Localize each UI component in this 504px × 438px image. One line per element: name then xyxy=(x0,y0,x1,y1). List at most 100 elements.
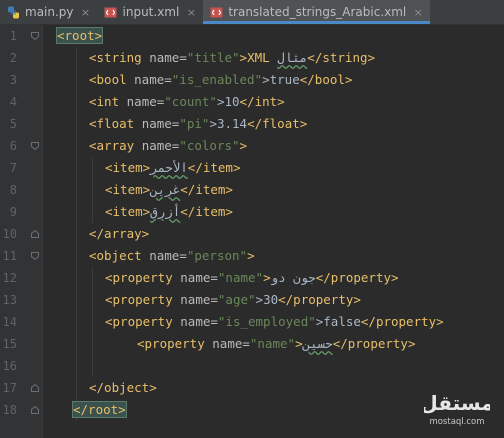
line-number: 6 xyxy=(9,139,17,153)
tab-input-xml[interactable]: input.xml × xyxy=(98,0,204,24)
line-number: 7 xyxy=(9,161,17,175)
code-line-7: <item>الأحمر</item> xyxy=(105,157,240,179)
mostaql-watermark: مستقل mostaql.com xyxy=(424,390,490,428)
line-number: 11 xyxy=(2,249,17,263)
attr-name: name= xyxy=(180,292,218,307)
code-line-5: <float name="pi">3.14</float> xyxy=(89,113,307,135)
code-line-4: <int name="count">10</int> xyxy=(89,91,285,113)
arabic-text: غرين xyxy=(150,182,181,197)
arabic-text: أزرق xyxy=(150,204,181,219)
code-line-18: </root> xyxy=(72,399,127,421)
fold-collapse-icon[interactable] xyxy=(31,32,39,40)
line-number-gutter[interactable]: 1 2 3 4 5 6 7 8 9 10 11 12 13 14 15 16 1… xyxy=(0,25,43,438)
xml-file-icon xyxy=(209,5,223,19)
line-number: 5 xyxy=(9,117,17,131)
tag-open: <item> xyxy=(105,182,151,197)
code-line-6: <array name="colors"> xyxy=(89,135,247,157)
tag-close: </item> xyxy=(180,204,233,219)
element-text: >3.14 xyxy=(209,116,248,131)
editor-tab-bar: main.py × input.xml × translated_strings… xyxy=(0,0,504,25)
ide-window: main.py × input.xml × translated_strings… xyxy=(0,0,504,438)
attr-name: name= xyxy=(149,248,187,263)
mostaql-logo: مستقل xyxy=(424,391,490,415)
fold-collapse-icon[interactable] xyxy=(31,142,39,150)
attr-name: name= xyxy=(126,94,165,109)
tab-main-py[interactable]: main.py × xyxy=(0,0,98,24)
fold-collapse-icon[interactable] xyxy=(31,252,39,260)
element-text: >10 xyxy=(216,94,240,109)
element-text: >30 xyxy=(255,292,279,307)
tab-translated-strings-arabic-xml[interactable]: translated_strings_Arabic.xml × xyxy=(203,0,431,24)
attr-value: "name" xyxy=(249,336,296,351)
code-line-17: </object> xyxy=(89,377,157,399)
attr-name: name= xyxy=(134,72,172,87)
tag-open: <int xyxy=(89,94,127,109)
element-text: >false xyxy=(315,314,361,329)
attr-value: "person" xyxy=(186,248,248,263)
tag-open: <property xyxy=(105,292,181,307)
line-number: 13 xyxy=(2,293,17,307)
tag-end: > xyxy=(239,138,248,153)
line-number: 4 xyxy=(9,95,17,109)
line-number: 1 xyxy=(9,29,17,43)
tag-open: <string xyxy=(89,50,150,65)
tag-close: </item> xyxy=(187,160,241,175)
attr-name: name= xyxy=(180,314,218,329)
tab-label: translated_strings_Arabic.xml xyxy=(228,5,407,19)
line-number: 3 xyxy=(9,73,17,87)
fold-expand-end-icon[interactable] xyxy=(31,230,39,238)
tag-end: > xyxy=(295,336,303,351)
close-icon[interactable]: × xyxy=(412,6,424,19)
tag-end: > xyxy=(263,270,271,285)
attr-value: "title" xyxy=(186,50,240,65)
code-line-2: <string name="title">XML مثال</string> xyxy=(89,47,375,69)
tag-close: </property> xyxy=(332,336,416,351)
line-number: 9 xyxy=(9,205,17,219)
tag-close: </item> xyxy=(180,182,233,197)
arabic-text: الأحمر xyxy=(150,160,188,175)
attr-name: name= xyxy=(141,138,180,153)
tag-open: <object xyxy=(89,248,150,263)
line-number: 8 xyxy=(9,183,17,197)
indent-guide xyxy=(92,157,93,223)
root-open-tag: <root> xyxy=(55,27,104,44)
tag-close: </string> xyxy=(307,50,376,65)
line-number: 10 xyxy=(2,227,17,241)
code-line-13: <property name="age">30</property> xyxy=(105,289,361,311)
attr-value: "pi" xyxy=(179,116,210,131)
tag-open: <property xyxy=(105,314,181,329)
attr-name: name= xyxy=(212,336,250,351)
close-icon[interactable]: × xyxy=(80,6,92,19)
code-line-8: <item>غرين</item> xyxy=(105,179,233,201)
attr-value: "is_enabled" xyxy=(171,72,263,87)
tag-close: </object> xyxy=(89,380,157,395)
code-line-14: <property name="is_employed">false</prop… xyxy=(105,311,444,333)
tag-close: </array> xyxy=(89,226,150,241)
code-line-9: <item>أزرق</item> xyxy=(105,201,233,223)
tag-open: <item> xyxy=(105,160,151,175)
tag-close: </bool> xyxy=(299,72,353,87)
attr-value: "colors" xyxy=(179,138,240,153)
line-number: 16 xyxy=(2,359,17,373)
code-line-10: </array> xyxy=(89,223,149,245)
attr-value: "count" xyxy=(164,94,217,109)
tag-open: <array xyxy=(89,138,142,153)
line-number: 18 xyxy=(2,403,17,417)
attr-value: "name" xyxy=(217,270,264,285)
close-icon[interactable]: × xyxy=(185,6,197,19)
tag-open: <float xyxy=(89,116,142,131)
line-number: 12 xyxy=(2,271,17,285)
line-number: 2 xyxy=(9,51,17,65)
attr-value: "age" xyxy=(217,292,256,307)
tag-open: <bool xyxy=(89,72,135,87)
code-line-15: <property name="name">حسين</property> xyxy=(137,333,416,355)
code-editor[interactable]: <root> <string name="title">XML مثال</st… xyxy=(43,25,504,438)
fold-expand-end-icon[interactable] xyxy=(31,406,39,414)
fold-expand-end-icon[interactable] xyxy=(31,384,39,392)
tag-close: </float> xyxy=(247,116,308,131)
code-line-11: <object name="person"> xyxy=(89,245,255,267)
tag-open: <property xyxy=(137,336,213,351)
xml-file-icon xyxy=(104,5,118,19)
line-number: 15 xyxy=(2,337,17,351)
arabic-text: مثال xyxy=(277,50,308,65)
